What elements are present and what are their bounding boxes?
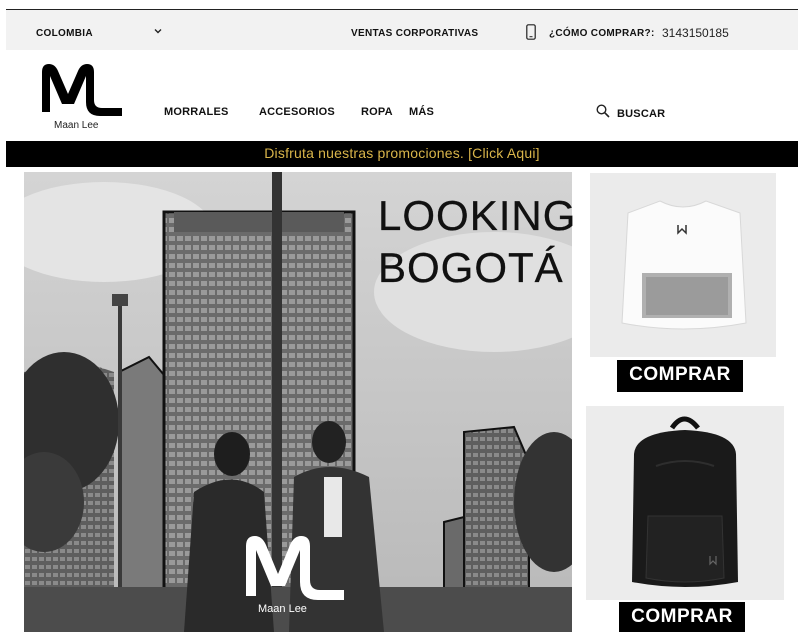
corporate-sales-link[interactable]: VENTAS CORPORATIVAS — [351, 28, 478, 39]
brand-logo-text: Maan Lee — [54, 120, 99, 131]
hero-title: LOOKING BOGOTÁ — [378, 190, 576, 294]
product-image-shirt[interactable] — [590, 173, 776, 357]
promo-banner[interactable]: Disfruta nuestras promociones. [Click Aq… — [6, 141, 798, 167]
phone-icon — [526, 24, 536, 40]
hero-title-line-1: LOOKING — [378, 192, 577, 239]
country-selector[interactable]: COLOMBIA — [36, 28, 93, 39]
nav-item-ropa[interactable]: ROPA — [361, 106, 393, 118]
hero-brand-logo — [246, 536, 344, 600]
promo-text[interactable]: Disfruta nuestras promociones. [Click Aq… — [6, 145, 798, 161]
buy-button-shirt[interactable]: COMPRAR — [617, 360, 743, 392]
search-button[interactable]: BUSCAR — [617, 108, 665, 120]
search-icon[interactable] — [596, 104, 610, 118]
hero-title-line-2: BOGOTÁ — [378, 244, 564, 291]
nav-item-accesorios[interactable]: ACCESORIOS — [259, 106, 335, 118]
utility-bar: COLOMBIA VENTAS CORPORATIVAS ¿CÓMO COMPR… — [6, 10, 798, 50]
chevron-down-icon[interactable] — [152, 25, 164, 37]
nav-item-mas[interactable]: MÁS — [409, 106, 434, 118]
shirt-image — [590, 173, 776, 357]
buy-button-backpack[interactable]: COMPRAR — [619, 602, 745, 632]
hero-brand-logo-text: Maan Lee — [258, 603, 307, 615]
how-to-buy-link[interactable]: ¿CÓMO COMPRAR?: — [549, 28, 655, 39]
product-image-backpack[interactable] — [586, 406, 784, 600]
backpack-image — [586, 406, 784, 600]
phone-number[interactable]: 3143150185 — [662, 26, 729, 40]
nav-item-morrales[interactable]: MORRALES — [164, 106, 229, 118]
